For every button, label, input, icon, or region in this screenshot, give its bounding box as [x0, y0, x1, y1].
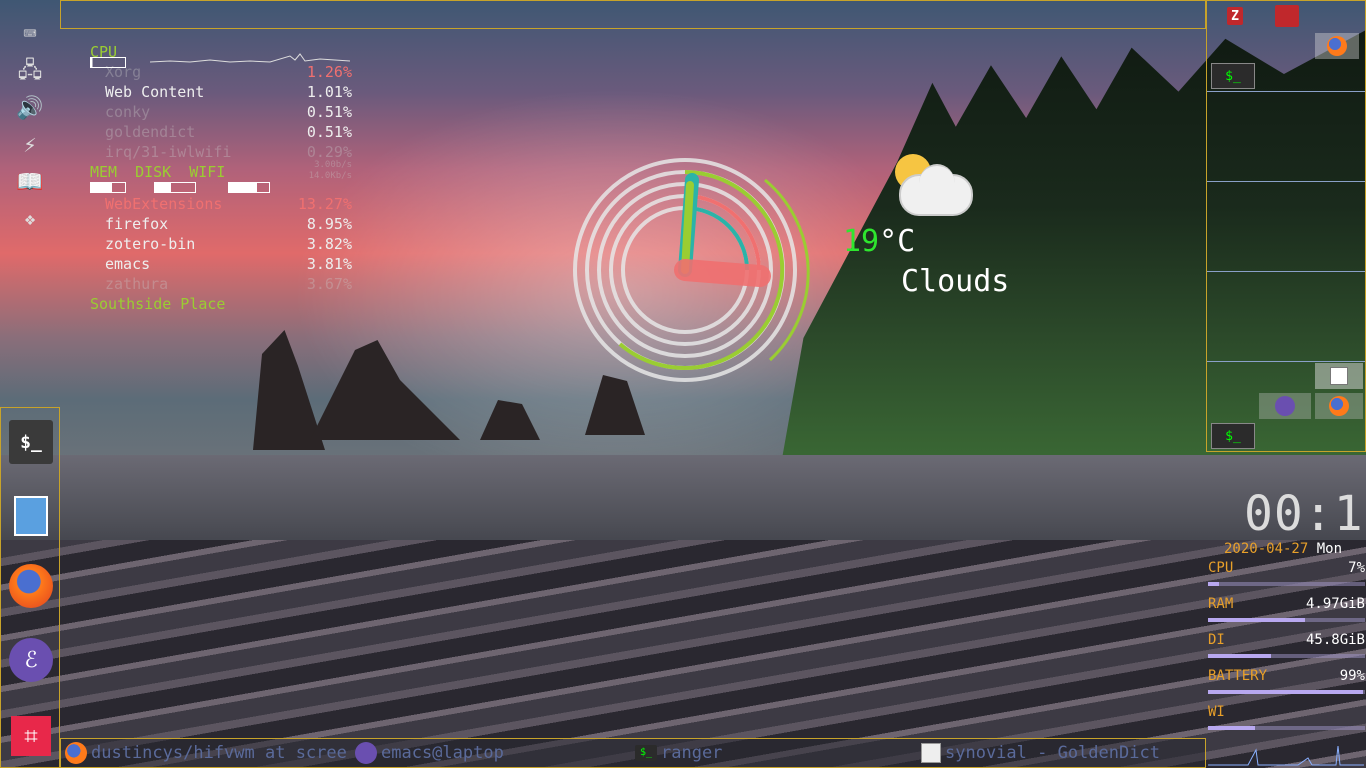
disk-header: DISK — [135, 163, 172, 181]
system-tray: ⌨ 🖧 🔊 ⚡ 📖 ❖ — [8, 16, 52, 238]
mem-proc-row: WebExtensions 13.27% — [105, 195, 352, 213]
emacs-icon[interactable] — [1259, 393, 1311, 419]
power-icon[interactable]: ⚡ — [8, 127, 52, 164]
weather-widget: 19°C Clouds — [843, 224, 1009, 299]
dropbox-icon[interactable]: ❖ — [8, 201, 52, 238]
file-manager-launcher[interactable] — [9, 494, 53, 538]
emacs-icon — [355, 742, 377, 764]
dictionary-icon[interactable] — [1315, 363, 1363, 389]
temperature-unit: °C — [879, 224, 916, 259]
temperature: 19 — [843, 224, 880, 259]
sys-cpu-bar — [1208, 582, 1365, 586]
taskbar: dustincys/hifvwm at scree emacs@laptop $… — [60, 738, 1206, 768]
keyboard-icon[interactable]: ⌨ — [8, 16, 52, 53]
emacs-launcher[interactable]: ℰ — [9, 638, 53, 682]
mem-proc-row: zathura 3.67% — [105, 275, 352, 293]
emacs-icon: ℰ — [9, 638, 53, 682]
terminal-icon: $_ — [20, 431, 42, 453]
wifi-header: WIFI — [189, 163, 226, 181]
date-line: 2020-04-27 Mon — [1224, 541, 1343, 557]
cpu-proc-row: goldendict 0.51% — [105, 123, 352, 141]
file-manager-icon — [14, 496, 48, 536]
analog-clock — [573, 158, 810, 382]
terminal-icon: $_ — [635, 745, 657, 761]
cpu-graph — [150, 53, 350, 63]
desktop-pager: Z $_ $_ — [1206, 0, 1366, 452]
zotero-icon[interactable]: Z — [1227, 7, 1243, 25]
terminal-launcher[interactable]: $_ — [9, 420, 53, 464]
cpu-proc-row: Xorg 1.26% — [105, 63, 352, 81]
resource-headers: MEM DISK WIFI 3.00b/s 14.0Kb/s — [90, 160, 352, 182]
book-icon[interactable]: 📖 — [8, 164, 52, 201]
task-ranger[interactable]: $_ ranger — [635, 739, 921, 767]
task-emacs[interactable]: emacs@laptop — [355, 739, 635, 767]
sys-wifi-bar — [1208, 726, 1365, 730]
firefox-icon[interactable] — [1315, 33, 1359, 59]
wifi-bar — [228, 182, 270, 193]
app-dock: $_ ℰ ⌗ — [0, 407, 60, 768]
volume-icon[interactable]: 🔊 — [8, 90, 52, 127]
digital-clock: 00:16 — [1244, 486, 1366, 542]
sys-battery: BATTERY 99% — [1208, 668, 1365, 684]
mem-proc-row: emacs 3.81% — [105, 255, 352, 273]
sys-disk-bar — [1208, 654, 1365, 658]
firefox-icon[interactable] — [1315, 393, 1363, 419]
task-manager-icon[interactable] — [1275, 5, 1299, 27]
firefox-launcher[interactable] — [9, 564, 53, 608]
cpu-bar — [90, 57, 126, 68]
conky-panel: CPU Xorg 1.26% Web Content 1.01% conky 0.51… — [90, 42, 352, 314]
sys-ram: RAM 4.97GiB — [1208, 596, 1365, 612]
task-goldendict[interactable]: synovial - GoldenDict — [921, 739, 1201, 767]
mem-header: MEM — [90, 163, 118, 181]
crop-icon: ⌗ — [11, 716, 51, 756]
firefox-icon — [65, 742, 87, 764]
top-bar — [60, 0, 1206, 29]
weather-cloud-sun-icon — [893, 150, 973, 220]
mem-proc-row: zotero-bin 3.82% — [105, 235, 352, 253]
network-icon[interactable]: 🖧 — [8, 53, 52, 90]
firefox-icon — [9, 564, 53, 608]
sys-ram-bar — [1208, 618, 1365, 622]
cpu-proc-row: conky 0.51% — [105, 103, 352, 121]
sys-wifi: WI — [1208, 704, 1225, 720]
net-rates: 3.00b/s 14.0Kb/s — [308, 160, 352, 181]
sys-disk: DI 45.8GiB — [1208, 632, 1365, 648]
task-firefox[interactable]: dustincys/hifvwm at scree — [61, 739, 355, 767]
network-graph — [1208, 745, 1364, 766]
dictionary-icon — [921, 743, 941, 763]
mem-bar — [90, 182, 126, 193]
terminal-icon[interactable]: $_ — [1211, 63, 1255, 89]
disk-bar — [154, 182, 196, 193]
location-label: Southside Place — [90, 295, 226, 313]
sys-cpu: CPU 7% — [1208, 560, 1365, 576]
cpu-proc-row: Web Content 1.01% — [105, 83, 352, 101]
sys-battery-bar — [1208, 690, 1365, 694]
mem-proc-row: firefox 8.95% — [105, 215, 352, 233]
cpu-proc-row: irq/31-iwlwifi 0.29% — [105, 143, 352, 161]
weather-description: Clouds — [901, 264, 1010, 299]
screenshot-launcher[interactable]: ⌗ — [9, 714, 53, 758]
terminal-icon[interactable]: $_ — [1211, 423, 1255, 449]
